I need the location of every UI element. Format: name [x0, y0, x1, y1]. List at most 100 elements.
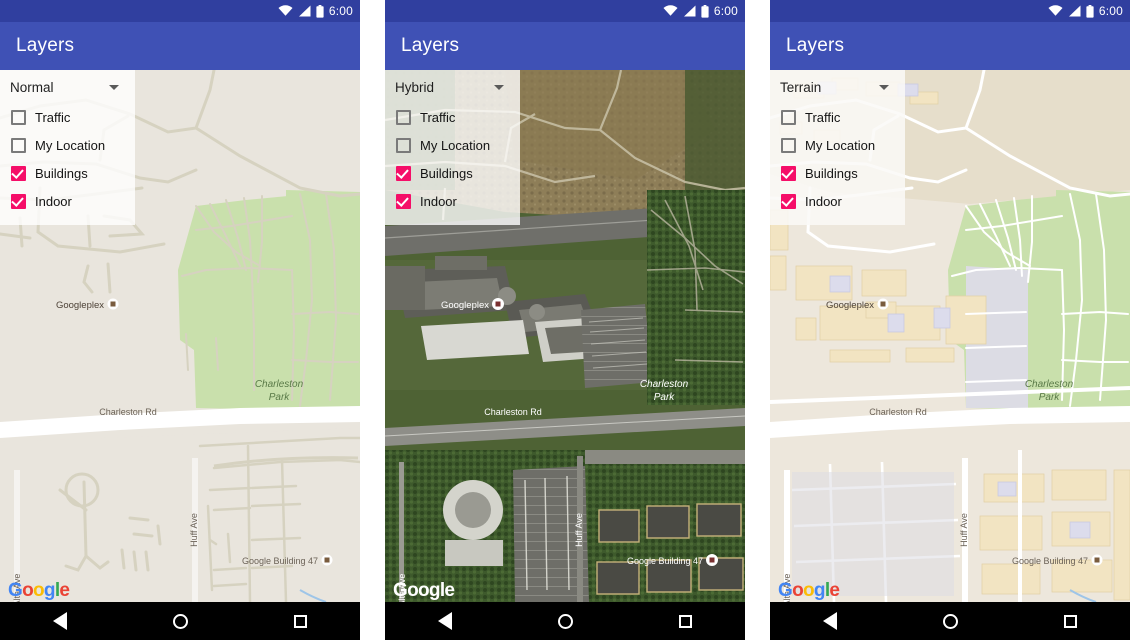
nav-back-icon[interactable]	[49, 610, 71, 632]
map-label-huff-ave: Huff Ave	[959, 513, 969, 547]
app-bar: Layers	[0, 22, 360, 70]
layer-label-traffic: Traffic	[805, 109, 841, 125]
battery-icon	[701, 4, 709, 18]
android-nav-bar	[770, 602, 1130, 640]
map-label-huff-ave: Huff Ave	[189, 513, 199, 547]
checkbox-traffic[interactable]	[396, 109, 411, 125]
layer-label-buildings: Buildings	[420, 165, 473, 181]
layer-label-my-location: My Location	[35, 137, 106, 153]
battery-icon	[316, 4, 324, 18]
map-label-park-line1: Charleston	[640, 379, 689, 390]
layer-row-indoor[interactable]: Indoor	[385, 187, 520, 215]
app-bar: Layers	[770, 22, 1130, 70]
layers-panel-terrain: Terrain Traffic My Location Buildings In…	[770, 70, 905, 225]
map-label-charleston-rd: Charleston Rd	[869, 407, 927, 417]
checkbox-buildings[interactable]	[781, 165, 796, 181]
screenshot-stage: 6:00 Layers Googleplex Charleston Park C…	[0, 0, 1130, 640]
map-label-googleplex: Googleplex	[826, 300, 874, 311]
map-type-spinner-normal[interactable]: Normal	[0, 78, 135, 103]
layer-label-indoor: Indoor	[805, 193, 842, 209]
layer-label-my-location: My Location	[805, 137, 876, 153]
signal-icon	[683, 5, 696, 17]
nav-recents-icon[interactable]	[1059, 610, 1081, 632]
layer-row-buildings[interactable]: Buildings	[770, 159, 905, 187]
layer-label-traffic: Traffic	[420, 109, 456, 125]
layers-panel-hybrid: Hybrid Traffic My Location Buildings Ind…	[385, 70, 520, 225]
google-watermark: Google	[393, 580, 455, 601]
checkbox-buildings[interactable]	[396, 165, 411, 181]
checkbox-my-location[interactable]	[781, 137, 796, 153]
app-bar-title: Layers	[786, 35, 845, 56]
app-bar-title: Layers	[16, 35, 75, 56]
layer-row-my-location[interactable]: My Location	[770, 131, 905, 159]
nav-home-icon[interactable]	[939, 610, 961, 632]
checkbox-indoor[interactable]	[396, 193, 411, 209]
layer-row-my-location[interactable]: My Location	[0, 131, 135, 159]
layer-label-buildings: Buildings	[805, 165, 858, 181]
map-label-google-building-47: Google Building 47	[1012, 556, 1088, 566]
layer-label-indoor: Indoor	[420, 193, 457, 209]
layer-row-indoor[interactable]: Indoor	[0, 187, 135, 215]
google-watermark: Google	[778, 580, 840, 601]
status-bar: 6:00	[770, 0, 1130, 22]
google-watermark: Google	[8, 580, 70, 601]
map-label-google-building-47: Google Building 47	[627, 556, 703, 566]
map-label-googleplex: Googleplex	[56, 300, 104, 311]
layer-label-traffic: Traffic	[35, 109, 71, 125]
status-bar-time: 6:00	[713, 4, 738, 18]
signal-icon	[1068, 5, 1081, 17]
checkbox-indoor[interactable]	[11, 193, 26, 209]
layer-row-indoor[interactable]: Indoor	[770, 187, 905, 215]
signal-icon	[298, 5, 311, 17]
nav-home-icon[interactable]	[554, 610, 576, 632]
nav-recents-icon[interactable]	[289, 610, 311, 632]
layer-row-traffic[interactable]: Traffic	[0, 103, 135, 131]
checkbox-my-location[interactable]	[396, 137, 411, 153]
layer-label-my-location: My Location	[420, 137, 491, 153]
nav-recents-icon[interactable]	[674, 610, 696, 632]
map-label-park-line1: Charleston	[1025, 379, 1074, 390]
map-type-value: Normal	[10, 80, 54, 95]
status-bar: 6:00	[385, 0, 745, 22]
android-nav-bar	[385, 602, 745, 640]
map-label-park-line2: Park	[1039, 392, 1061, 403]
battery-icon	[1086, 4, 1094, 18]
wifi-icon	[278, 5, 293, 17]
layer-row-buildings[interactable]: Buildings	[385, 159, 520, 187]
layer-row-traffic[interactable]: Traffic	[770, 103, 905, 131]
map-label-huff-ave: Huff Ave	[574, 513, 584, 547]
map-type-spinner-terrain[interactable]: Terrain	[770, 78, 905, 103]
status-bar: 6:00	[0, 0, 360, 22]
checkbox-traffic[interactable]	[11, 109, 26, 125]
app-bar: Layers	[385, 22, 745, 70]
nav-back-icon[interactable]	[434, 610, 456, 632]
checkbox-indoor[interactable]	[781, 193, 796, 209]
nav-home-icon[interactable]	[169, 610, 191, 632]
wifi-icon	[1048, 5, 1063, 17]
chevron-down-icon	[494, 85, 504, 90]
android-nav-bar	[0, 602, 360, 640]
layer-row-my-location[interactable]: My Location	[385, 131, 520, 159]
checkbox-traffic[interactable]	[781, 109, 796, 125]
layer-row-traffic[interactable]: Traffic	[385, 103, 520, 131]
checkbox-my-location[interactable]	[11, 137, 26, 153]
map-type-value: Hybrid	[395, 80, 435, 95]
map-label-park-line1: Charleston	[255, 379, 304, 390]
chevron-down-icon	[879, 85, 889, 90]
status-bar-time: 6:00	[328, 4, 353, 18]
phone-screen-terrain: 6:00 Layers Googleplex Charleston Park C…	[770, 0, 1130, 640]
nav-back-icon[interactable]	[819, 610, 841, 632]
map-label-park-line2: Park	[654, 392, 676, 403]
chevron-down-icon	[109, 85, 119, 90]
wifi-icon	[663, 5, 678, 17]
app-bar-title: Layers	[401, 35, 460, 56]
map-label-charleston-rd: Charleston Rd	[99, 407, 157, 417]
map-label-charleston-rd: Charleston Rd	[484, 407, 542, 417]
status-bar-time: 6:00	[1098, 4, 1123, 18]
layers-panel-normal: Normal Traffic My Location Buildings Ind…	[0, 70, 135, 225]
map-type-spinner-hybrid[interactable]: Hybrid	[385, 78, 520, 103]
layer-row-buildings[interactable]: Buildings	[0, 159, 135, 187]
checkbox-buildings[interactable]	[11, 165, 26, 181]
map-type-value: Terrain	[780, 80, 822, 95]
map-label-google-building-47: Google Building 47	[242, 556, 318, 566]
